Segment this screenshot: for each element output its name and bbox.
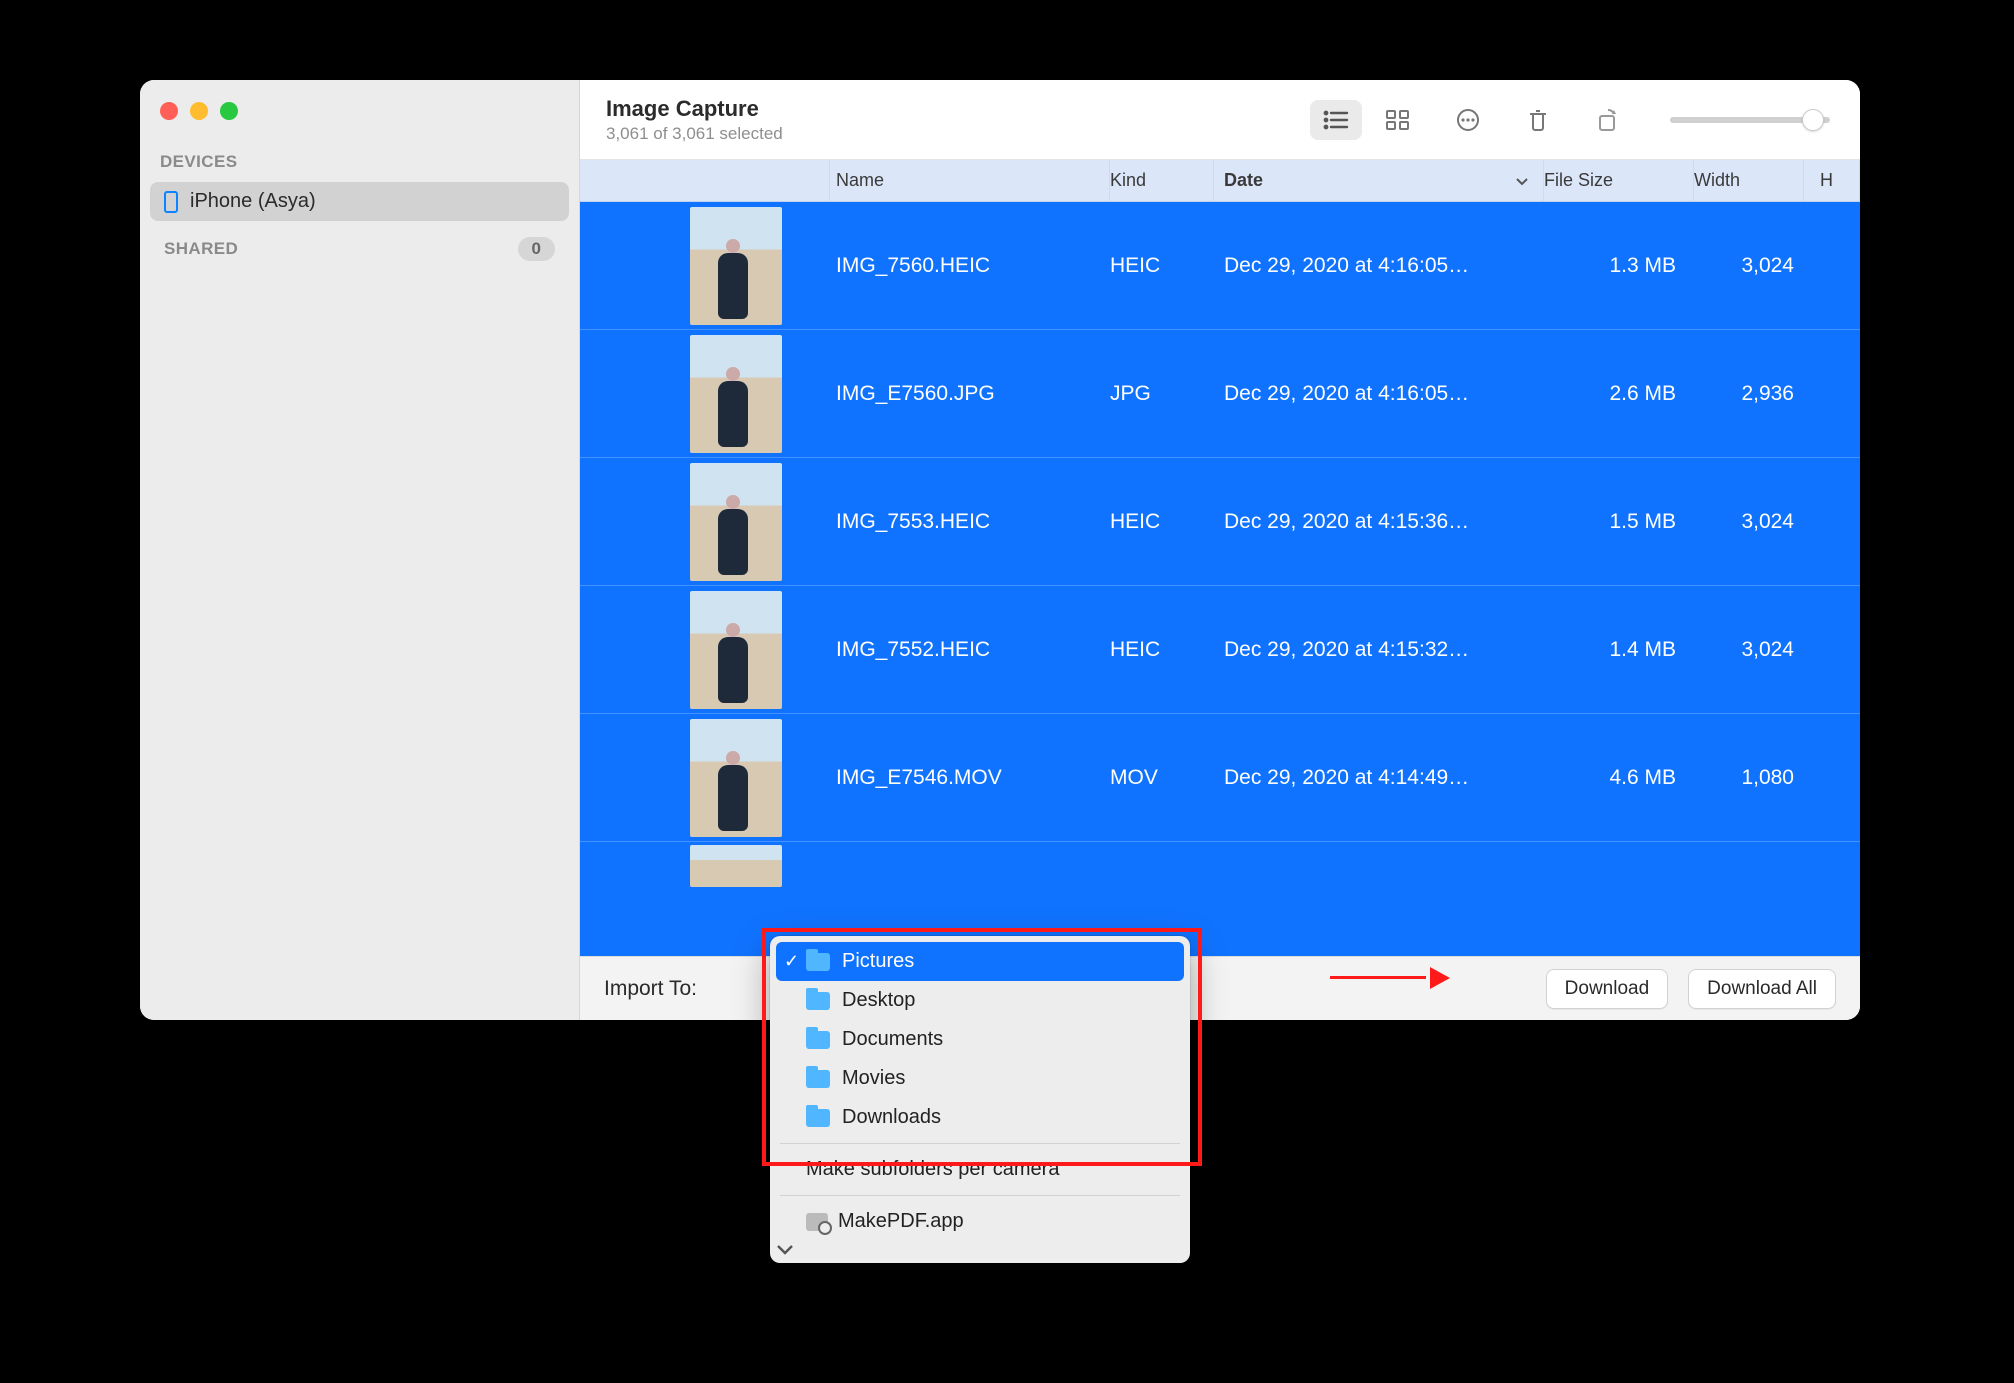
cell-width: 1,080 [1694, 766, 1804, 790]
cell-size: 4.6 MB [1544, 766, 1694, 790]
column-header-date[interactable]: Date [1214, 160, 1544, 201]
cell-width: 3,024 [1694, 638, 1804, 662]
sidebar-device-item[interactable]: iPhone (Asya) [150, 182, 569, 221]
table-row[interactable]: IMG_E7546.MOV MOV Dec 29, 2020 at 4:14:4… [580, 714, 1860, 842]
download-button[interactable]: Download [1546, 969, 1669, 1009]
cell-width: 3,024 [1694, 510, 1804, 534]
zoom-window-button[interactable] [220, 102, 238, 120]
cell-width: 3,024 [1694, 254, 1804, 278]
dropdown-option-movies[interactable]: Movies [776, 1059, 1184, 1098]
cell-width: 2,936 [1694, 382, 1804, 406]
thumbnail [690, 845, 782, 887]
table-row[interactable]: IMG_E7560.JPG JPG Dec 29, 2020 at 4:16:0… [580, 330, 1860, 458]
selection-subtitle: 3,061 of 3,061 selected [606, 124, 783, 144]
table-row[interactable]: IMG_7552.HEIC HEIC Dec 29, 2020 at 4:15:… [580, 586, 1860, 714]
folder-icon [806, 992, 830, 1010]
thumbnail [690, 463, 782, 581]
cell-date: Dec 29, 2020 at 4:16:05… [1214, 382, 1544, 406]
ellipsis-circle-icon [1456, 108, 1480, 132]
column-header-width[interactable]: Width [1694, 160, 1804, 201]
dropdown-option-desktop[interactable]: Desktop [776, 981, 1184, 1020]
column-header-name[interactable]: Name [830, 160, 1110, 201]
folder-icon [806, 953, 830, 971]
import-to-label: Import To: [604, 977, 697, 1001]
more-options-button[interactable] [1442, 100, 1494, 140]
minimize-window-button[interactable] [190, 102, 208, 120]
cell-size: 2.6 MB [1544, 382, 1694, 406]
table-row[interactable]: IMG_7560.HEIC HEIC Dec 29, 2020 at 4:16:… [580, 202, 1860, 330]
folder-icon [806, 1070, 830, 1088]
column-header-kind[interactable]: Kind [1110, 160, 1214, 201]
cell-name: IMG_7553.HEIC [830, 510, 1110, 534]
list-view-button[interactable] [1310, 100, 1362, 140]
sort-indicator-icon [1515, 175, 1529, 187]
sidebar: DEVICES iPhone (Asya) SHARED 0 [140, 80, 580, 1020]
cell-date: Dec 29, 2020 at 4:15:32… [1214, 638, 1544, 662]
cell-kind: JPG [1110, 382, 1214, 406]
dropdown-option-pictures[interactable]: ✓ Pictures [776, 942, 1184, 981]
shared-count-badge: 0 [518, 237, 555, 261]
thumbnail [690, 719, 782, 837]
chevron-down-icon [776, 1243, 794, 1255]
main-panel: Image Capture 3,061 of 3,061 selected [580, 80, 1860, 1020]
list-icon [1323, 110, 1349, 130]
trash-icon [1527, 108, 1549, 132]
delete-button[interactable] [1512, 100, 1564, 140]
rotate-button[interactable] [1582, 100, 1634, 140]
table-header: Name Kind Date File Size Width H [580, 160, 1860, 202]
app-title: Image Capture [606, 96, 783, 122]
slider-knob[interactable] [1802, 109, 1824, 131]
cell-name: IMG_7552.HEIC [830, 638, 1110, 662]
table-row[interactable]: IMG_7553.HEIC HEIC Dec 29, 2020 at 4:15:… [580, 458, 1860, 586]
sidebar-section-shared: SHARED [164, 239, 238, 259]
iphone-icon [164, 191, 178, 213]
table-body: IMG_7560.HEIC HEIC Dec 29, 2020 at 4:16:… [580, 202, 1860, 956]
cell-size: 1.4 MB [1544, 638, 1694, 662]
import-to-dropdown[interactable]: ✓ Pictures Desktop Documents Movies Down… [770, 936, 1190, 1263]
cell-kind: HEIC [1110, 510, 1214, 534]
dropdown-option-documents[interactable]: Documents [776, 1020, 1184, 1059]
cell-name: IMG_E7546.MOV [830, 766, 1110, 790]
app-icon [806, 1213, 828, 1231]
thumbnail [690, 335, 782, 453]
app-window: DEVICES iPhone (Asya) SHARED 0 Image Cap… [140, 80, 1860, 1020]
table-row[interactable] [580, 842, 1860, 890]
dropdown-option-downloads[interactable]: Downloads [776, 1098, 1184, 1137]
sidebar-device-label: iPhone (Asya) [190, 190, 316, 213]
dropdown-option-app[interactable]: MakePDF.app [776, 1202, 1184, 1241]
cell-kind: HEIC [1110, 638, 1214, 662]
cell-kind: MOV [1110, 766, 1214, 790]
thumbnail [690, 207, 782, 325]
thumbnail [690, 591, 782, 709]
close-window-button[interactable] [160, 102, 178, 120]
column-header-height[interactable]: H [1804, 160, 1860, 201]
view-toggle-group [1310, 100, 1424, 140]
cell-name: IMG_7560.HEIC [830, 254, 1110, 278]
dropdown-option-subfolders[interactable]: Make subfolders per camera [776, 1150, 1184, 1189]
checkmark-icon: ✓ [784, 951, 799, 972]
grid-view-button[interactable] [1372, 100, 1424, 140]
cell-size: 1.5 MB [1544, 510, 1694, 534]
cell-date: Dec 29, 2020 at 4:15:36… [1214, 510, 1544, 534]
cell-name: IMG_E7560.JPG [830, 382, 1110, 406]
cell-date: Dec 29, 2020 at 4:14:49… [1214, 766, 1544, 790]
grid-icon [1386, 110, 1410, 130]
cell-date: Dec 29, 2020 at 4:16:05… [1214, 254, 1544, 278]
toolbar: Image Capture 3,061 of 3,061 selected [580, 80, 1860, 160]
cell-size: 1.3 MB [1544, 254, 1694, 278]
folder-icon [806, 1031, 830, 1049]
dropdown-more-indicator[interactable] [776, 1241, 1184, 1261]
rotate-icon [1596, 108, 1620, 132]
sidebar-section-devices: DEVICES [140, 144, 579, 180]
cell-kind: HEIC [1110, 254, 1214, 278]
download-all-button[interactable]: Download All [1688, 969, 1836, 1009]
window-controls [140, 94, 579, 144]
thumbnail-size-slider[interactable] [1670, 117, 1830, 123]
column-header-size[interactable]: File Size [1544, 160, 1694, 201]
folder-icon [806, 1109, 830, 1127]
